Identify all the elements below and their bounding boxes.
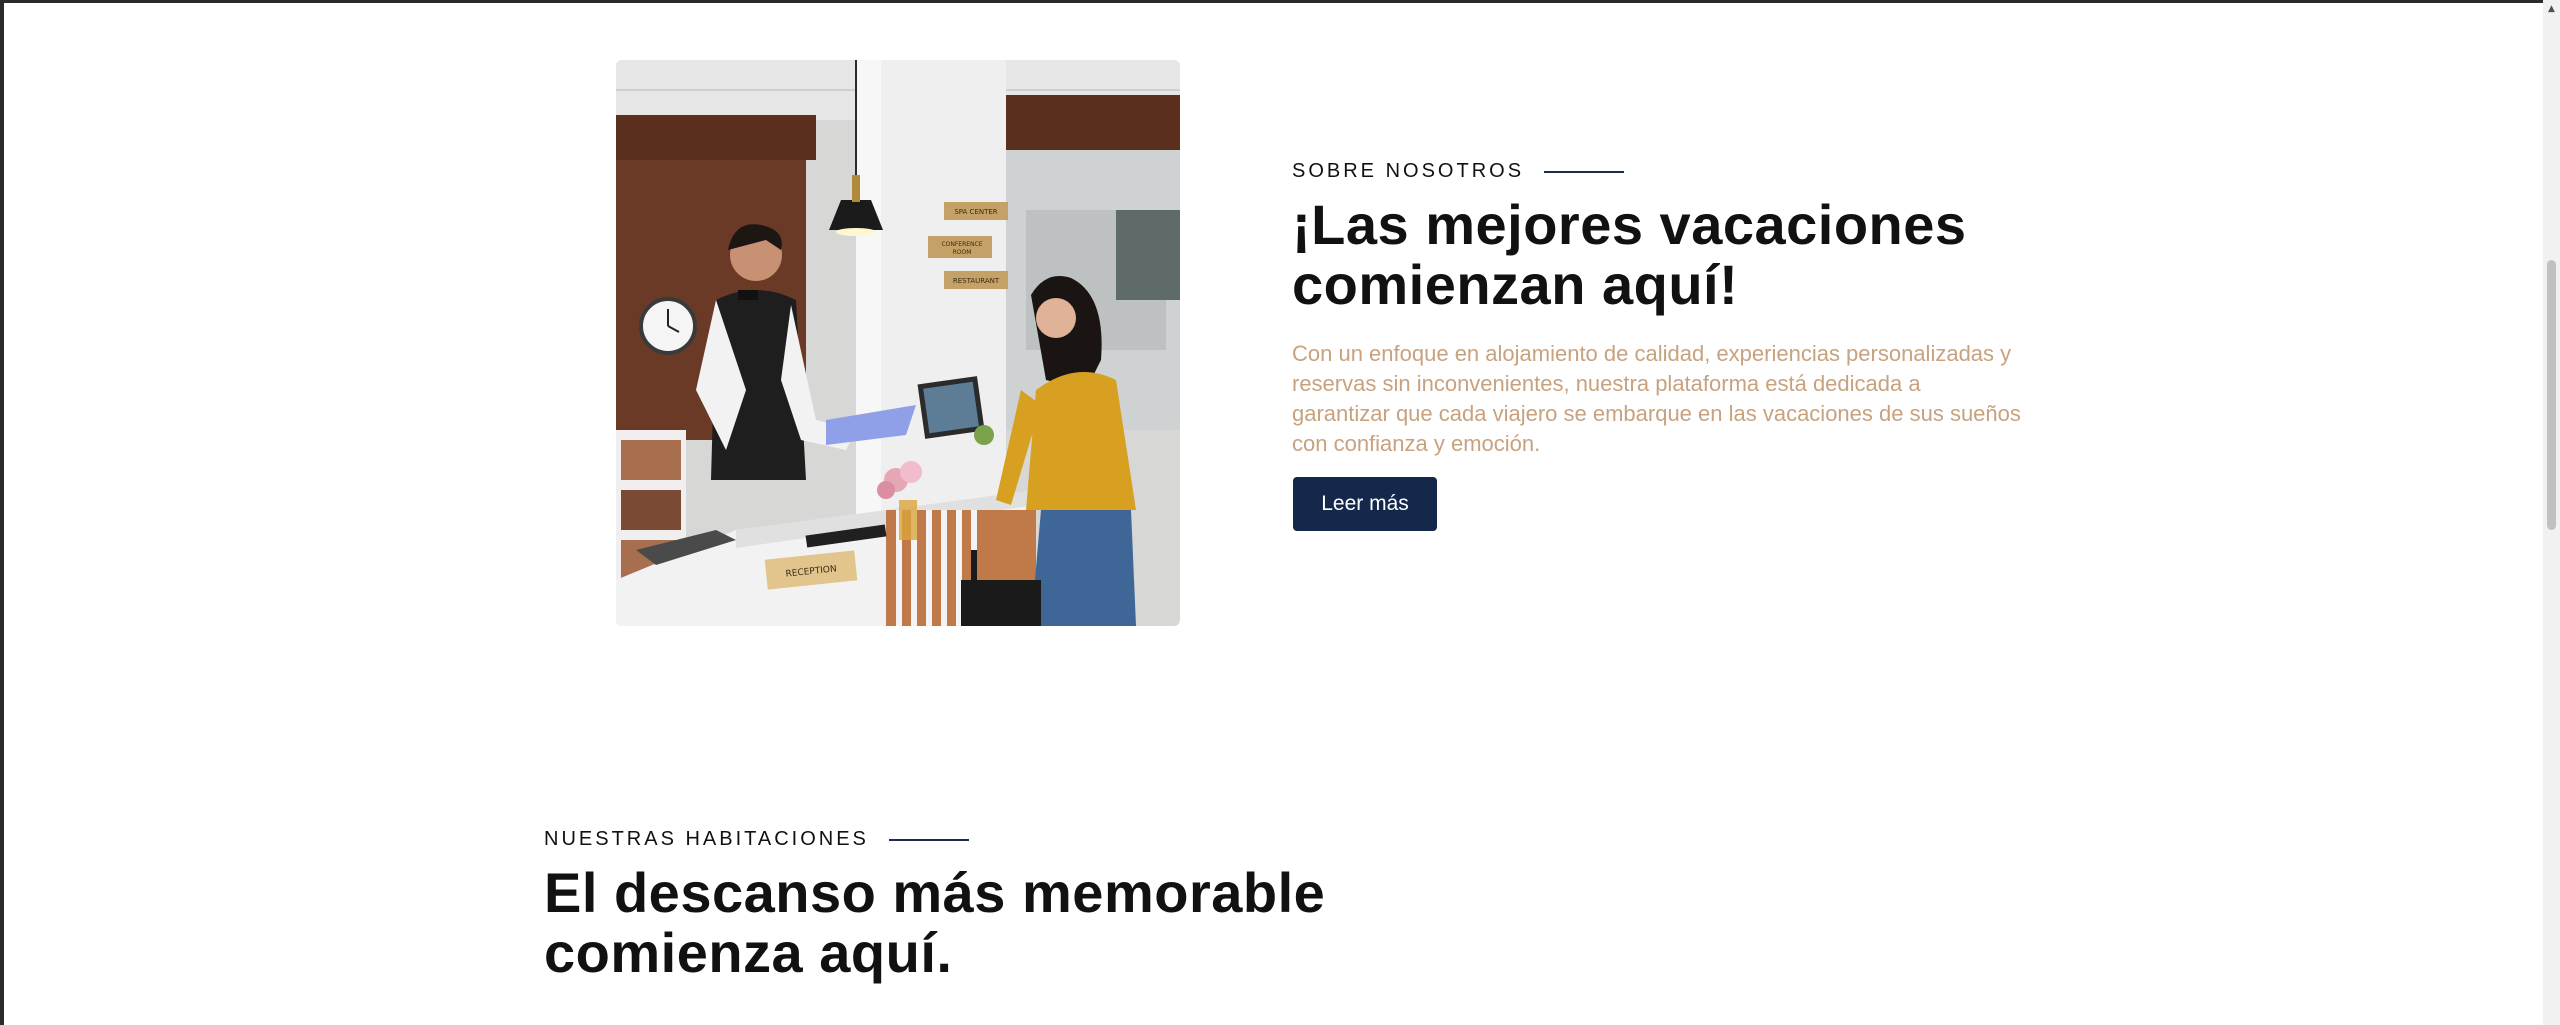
reception-photo: SPA CENTER CONFERENCE ROOM RESTAURANT RE… — [616, 60, 1180, 626]
about-title-line1: ¡Las mejores vacaciones — [1292, 193, 1967, 256]
rooms-title-line1: El descanso más memorable — [544, 861, 1326, 924]
eyebrow-divider — [888, 838, 969, 841]
page-viewport: SPA CENTER CONFERENCE ROOM RESTAURANT RE… — [4, 3, 2543, 1025]
scrollbar-thumb[interactable] — [2547, 260, 2556, 530]
eyebrow-divider — [1544, 170, 1625, 173]
about-title-line2: comienzan aquí! — [1292, 253, 1739, 316]
about-eyebrow: SOBRE NOSOTROS — [1292, 160, 1625, 183]
rooms-eyebrow-label: NUESTRAS HABITACIONES — [544, 828, 869, 850]
rooms-eyebrow: NUESTRAS HABITACIONES — [544, 828, 969, 851]
rooms-title-line2: comienza aquí. — [544, 921, 953, 984]
about-description: Con un enfoque en alojamiento de calidad… — [1292, 341, 2021, 456]
read-more-button[interactable]: Leer más — [1293, 477, 1437, 531]
sign-room: ROOM — [953, 249, 972, 256]
sign-spa-center: SPA CENTER — [954, 208, 997, 216]
rooms-title: El descanso más memorable comienza aquí. — [544, 863, 1444, 983]
sign-restaurant: RESTAURANT — [953, 277, 1000, 285]
vertical-scrollbar[interactable]: ▲ — [2543, 0, 2560, 1025]
scroll-up-arrow-icon[interactable]: ▲ — [2543, 0, 2560, 17]
sign-conference: CONFERENCE — [941, 241, 982, 248]
about-title: ¡Las mejores vacaciones comienzan aquí! — [1292, 195, 2052, 315]
about-eyebrow-label: SOBRE NOSOTROS — [1292, 160, 1525, 182]
